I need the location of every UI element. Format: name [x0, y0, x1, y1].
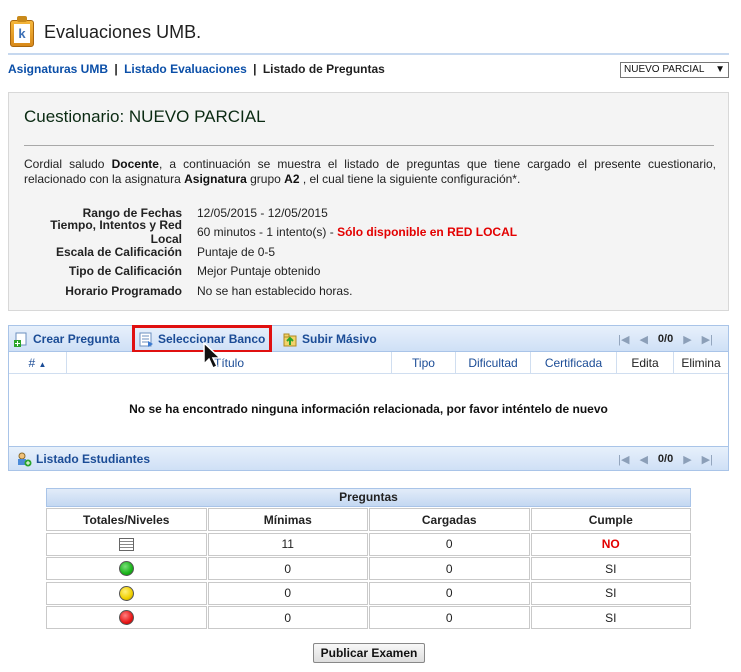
- footer-pager: |◀ ◀ 0/0 ▶ ▶|: [613, 447, 718, 471]
- grid-pager: |◀ ◀ 0/0 ▶ ▶|: [613, 326, 718, 352]
- upload-icon: [283, 332, 298, 347]
- breadcrumb-asignaturas[interactable]: Asignaturas UMB: [8, 62, 108, 76]
- header-divider: [8, 53, 729, 55]
- mouse-cursor-icon: [203, 342, 222, 370]
- crear-pregunta-button[interactable]: Crear Pregunta: [14, 326, 120, 352]
- app-logo-icon: k: [8, 16, 36, 48]
- grid-toolbar: Crear Pregunta Seleccionar Banco Subir M…: [9, 325, 728, 353]
- config-row: Tipo de Calificación Mejor Puntaje obten…: [68, 264, 321, 279]
- summary-header-row: Totales/Niveles Mínimas Cargadas Cumple: [46, 507, 691, 532]
- config-list: Rango de Fechas 12/05/2015 - 12/05/2015 …: [24, 203, 517, 301]
- intro-text: Cordial saludo Docente, a continuación s…: [24, 157, 717, 186]
- header-cumple: Cumple: [530, 508, 691, 531]
- cumple-status: NO: [530, 532, 691, 556]
- grid-column-headers: # ▲ Título Tipo Dificultad Certificada E…: [9, 352, 728, 374]
- column-edita: Edita: [617, 352, 674, 374]
- breadcrumb-separator: |: [253, 62, 257, 76]
- bank-list-icon: [139, 332, 154, 347]
- list-icon: [118, 537, 134, 551]
- summary-row: 0 0 SI: [46, 581, 691, 606]
- prev-page-icon[interactable]: ◀: [639, 453, 647, 466]
- page-count: 0/0: [657, 333, 674, 345]
- summary-row: 11 0 NO: [46, 532, 691, 557]
- questionnaire-title: Cuestionario: NUEVO PARCIAL: [24, 107, 266, 126]
- app-header: k Evaluaciones UMB.: [8, 14, 201, 50]
- sort-asc-icon: ▲: [38, 360, 47, 369]
- next-page-icon[interactable]: ▶: [683, 453, 691, 466]
- questions-grid: Crear Pregunta Seleccionar Banco Subir M…: [8, 325, 729, 471]
- parcial-select[interactable]: NUEVO PARCIAL ▼: [620, 62, 729, 78]
- breadcrumb: Asignaturas UMB | Listado Evaluaciones |…: [8, 62, 385, 76]
- page-count: 0/0: [657, 453, 674, 465]
- prev-page-icon[interactable]: ◀: [639, 333, 647, 346]
- column-titulo[interactable]: Título: [67, 352, 392, 374]
- red-dot-icon: [118, 610, 134, 625]
- yellow-dot-icon: [118, 585, 134, 601]
- first-page-icon[interactable]: |◀: [618, 453, 629, 466]
- add-question-icon: [14, 332, 29, 347]
- summary-row: 0 0 SI: [46, 605, 691, 630]
- column-tipo[interactable]: Tipo: [392, 352, 456, 374]
- config-row: Escala de Calificación Puntaje de 0-5: [55, 244, 276, 259]
- config-row: Tiempo, Intentos y Red Local 60 minutos …: [50, 218, 518, 247]
- subir-masivo-button[interactable]: Subir Másivo: [283, 326, 377, 352]
- last-page-icon[interactable]: ▶|: [702, 453, 713, 466]
- column-elimina: Elimina: [681, 356, 721, 370]
- app-title: Evaluaciones UMB.: [44, 21, 202, 42]
- preguntas-summary-table: Preguntas Totales/Niveles Mínimas Cargad…: [46, 488, 691, 630]
- students-icon: [17, 452, 32, 467]
- column-number[interactable]: # ▲: [9, 352, 67, 374]
- config-row: Horario Programado No se han establecido…: [65, 283, 353, 298]
- listado-estudiantes-button[interactable]: Listado Estudiantes: [17, 446, 150, 472]
- breadcrumb-separator: |: [114, 62, 118, 76]
- info-divider: [24, 145, 714, 146]
- last-page-icon[interactable]: ▶|: [702, 333, 713, 346]
- questionnaire-info-panel: Cuestionario: NUEVO PARCIAL Cordial salu…: [8, 92, 729, 311]
- cumple-status: SI: [530, 557, 691, 580]
- cumple-status: SI: [530, 581, 691, 605]
- publicar-examen-button[interactable]: Publicar Examen: [313, 643, 425, 663]
- breadcrumb-current: Listado de Preguntas: [262, 62, 385, 76]
- red-local-warning: Sólo disponible en RED LOCAL: [337, 225, 518, 240]
- breadcrumb-listado-evaluaciones[interactable]: Listado Evaluaciones: [124, 62, 247, 76]
- summary-row: 0 0 SI: [46, 556, 691, 581]
- parcial-select-value: NUEVO PARCIAL: [624, 64, 705, 75]
- column-dificultad[interactable]: Dificultad: [456, 352, 531, 374]
- next-page-icon[interactable]: ▶: [683, 333, 691, 346]
- column-certificada[interactable]: Certificada: [531, 352, 617, 374]
- header-cargadas: Cargadas: [369, 508, 530, 531]
- header-totales-niveles: Totales/Niveles: [46, 508, 207, 531]
- dropdown-arrow-icon: ▼: [715, 64, 725, 75]
- first-page-icon[interactable]: |◀: [618, 333, 629, 346]
- empty-message: No se ha encontrado ninguna información …: [129, 402, 608, 416]
- cumple-status: SI: [530, 606, 691, 629]
- green-dot-icon: [118, 561, 134, 576]
- header-minimas: Mínimas: [207, 508, 368, 531]
- grid-footer: Listado Estudiantes |◀ ◀ 0/0 ▶ ▶|: [9, 446, 728, 470]
- summary-caption: Preguntas: [46, 488, 691, 507]
